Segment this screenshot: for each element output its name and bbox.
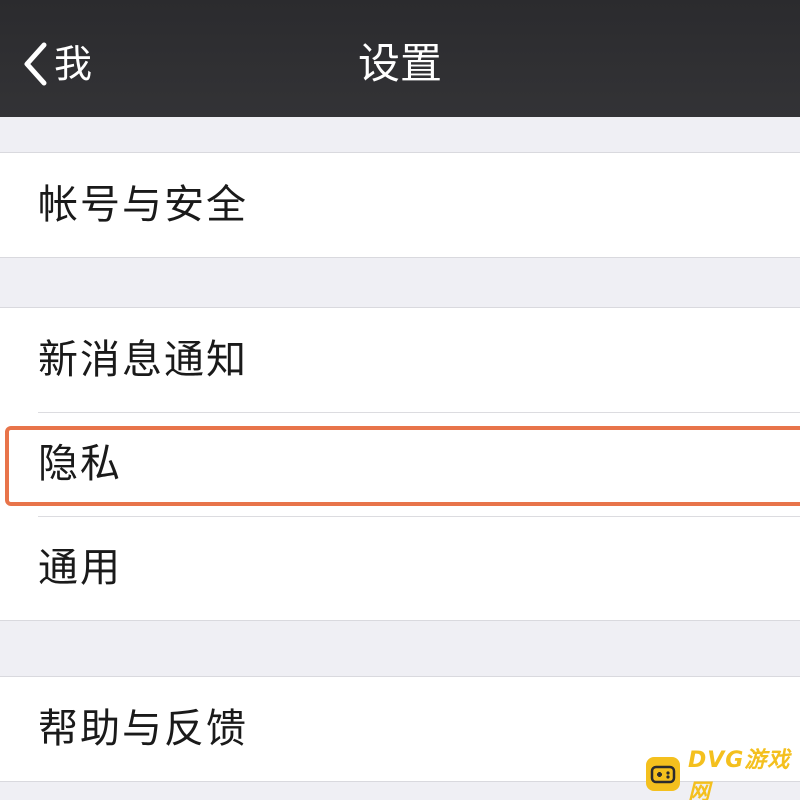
watermark: DVG游戏网: [646, 748, 800, 800]
gamepad-icon: [646, 757, 680, 791]
cell-new-message-notification[interactable]: 新消息通知: [0, 308, 800, 412]
navigation-bar: 我 设置: [0, 0, 800, 117]
cell-label: 帐号与安全: [38, 182, 248, 228]
cell-label: 新消息通知: [38, 337, 248, 383]
cell-general[interactable]: 通用: [0, 516, 800, 620]
cell-privacy[interactable]: 隐私: [0, 412, 800, 516]
cell-account-security[interactable]: 帐号与安全: [0, 153, 800, 257]
cell-label: 帮助与反馈: [38, 706, 248, 752]
settings-screen: 我 设置 帐号与安全 新消息通知 隐私 通用 帮助与反馈 DVG游戏网: [0, 0, 800, 800]
cell-label: 通用: [38, 545, 122, 591]
section-account: 帐号与安全: [0, 152, 800, 258]
page-title: 设置: [357, 39, 442, 88]
watermark-text: DVG游戏网: [688, 748, 791, 800]
section-general: 新消息通知 隐私 通用: [0, 307, 800, 621]
cell-label: 隐私: [38, 441, 122, 487]
